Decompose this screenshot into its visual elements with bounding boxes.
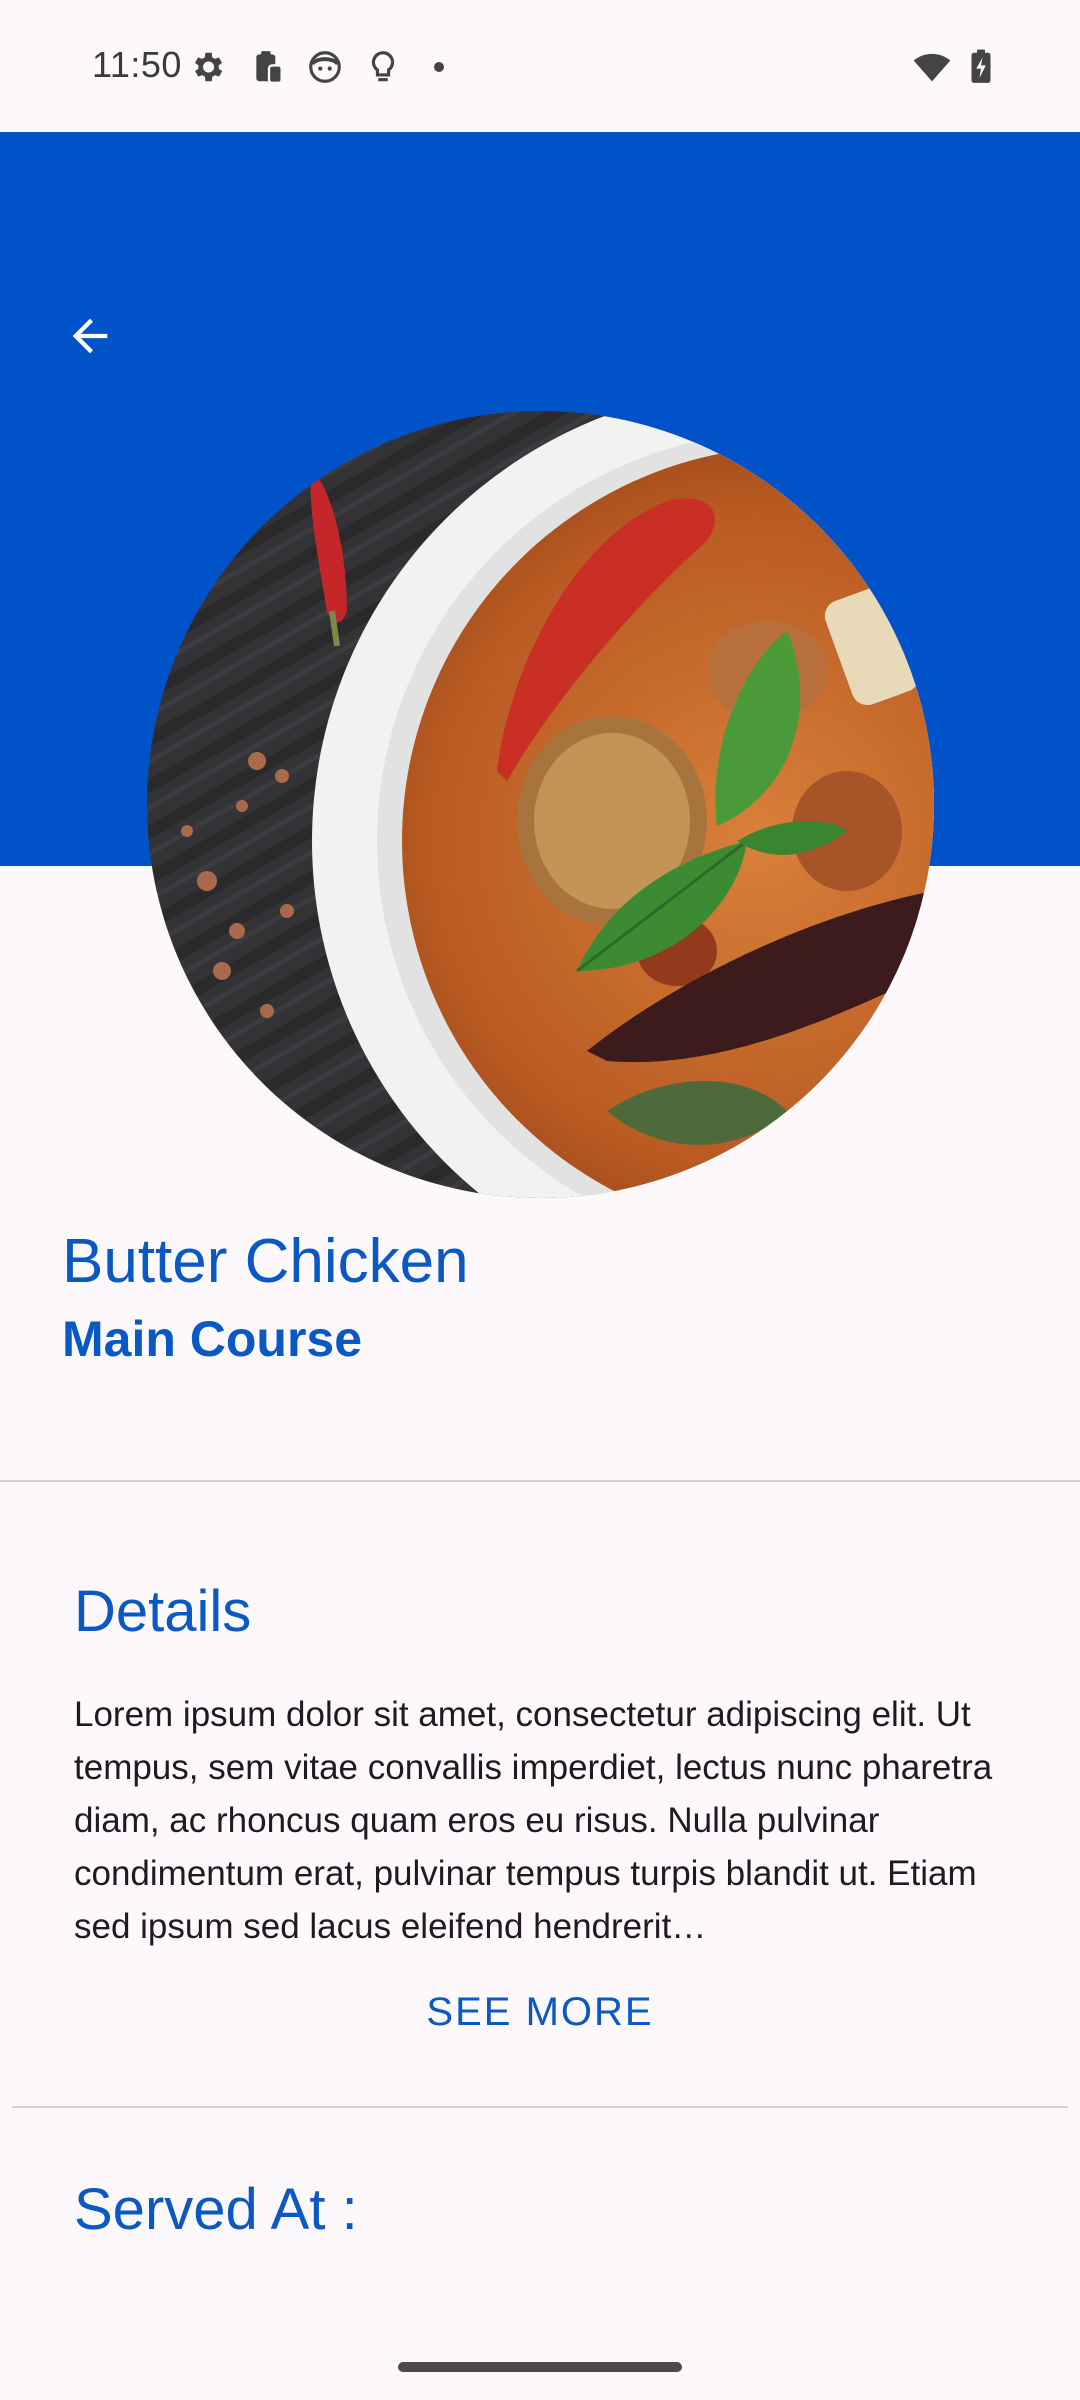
see-more-button[interactable]: SEE MORE (0, 1990, 1080, 2035)
face-icon (309, 51, 341, 83)
wifi-icon (913, 53, 951, 82)
dish-name: Butter Chicken (62, 1227, 469, 1296)
status-time: 11:50 (92, 44, 182, 85)
gear-icon (194, 52, 223, 82)
divider (0, 1480, 1080, 1482)
details-description: Lorem ipsum dolor sit amet, consectetur … (74, 1695, 993, 1946)
status-bar: 11:50 (0, 0, 1080, 132)
back-button[interactable] (60, 306, 120, 366)
served-at-heading: Served At : (74, 2177, 358, 2242)
home-indicator[interactable] (398, 2362, 682, 2372)
notification-dot (434, 62, 444, 72)
divider (12, 2106, 1068, 2108)
details-heading: Details (74, 1579, 252, 1644)
arrow-back-icon (72, 318, 108, 354)
lightbulb-icon (371, 51, 395, 82)
clipboard-icon (256, 51, 283, 85)
dish-image (147, 411, 934, 1198)
battery-charging-icon (971, 49, 991, 83)
dish-category: Main Course (62, 1311, 363, 1367)
